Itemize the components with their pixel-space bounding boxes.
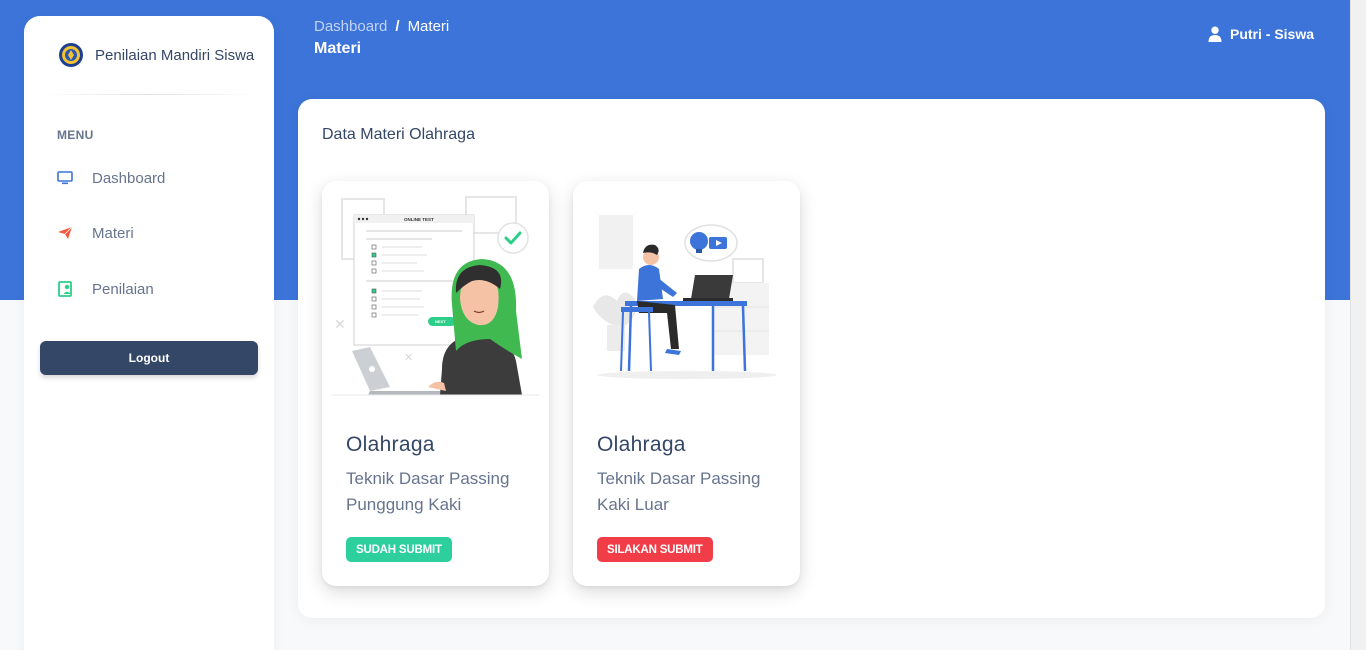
sidebar-item-penilaian[interactable]: Penilaian [56, 274, 154, 304]
card-description: Teknik Dasar Passing Kaki Luar [597, 469, 761, 514]
status-badge: SUDAH SUBMIT [346, 537, 452, 562]
menu-heading: MENU [57, 128, 94, 142]
illustration-button-label: NEXT [435, 319, 446, 324]
page-title: Materi [314, 40, 362, 57]
online-test-illustration: ONLINE TEST NEXT ✕ ✕ [332, 196, 539, 396]
paper-plane-icon [56, 224, 74, 242]
brand-name: Penilaian Mandiri Siswa [95, 46, 255, 64]
svg-text:✕: ✕ [334, 317, 346, 333]
materi-panel: Data Materi Olahraga ONLINE TEST NEXT ✕ … [298, 99, 1325, 618]
user-icon [1208, 26, 1222, 42]
svg-text:✕: ✕ [404, 351, 413, 364]
illustration-label: ONLINE TEST [404, 217, 434, 222]
section-title: Data Materi Olahraga [322, 126, 475, 143]
breadcrumb-current: Materi [407, 18, 450, 35]
sidebar-divider [40, 94, 258, 95]
user-name: Putri - Siswa [1230, 26, 1315, 42]
card-description: Teknik Dasar Passing Punggung Kaki [346, 469, 510, 514]
breadcrumb: Dashboard / Materi [314, 18, 449, 35]
user-card-icon [56, 280, 74, 298]
materi-card[interactable]: Olahraga Teknik Dasar Passing Kaki Luar … [573, 181, 800, 586]
sidebar-item-materi[interactable]: Materi [56, 218, 134, 248]
sidebar-item-label: Materi [92, 224, 134, 242]
monitor-icon [56, 169, 74, 187]
user-menu[interactable]: Putri - Siswa [1208, 26, 1314, 42]
sidebar-item-dashboard[interactable]: Dashboard [56, 163, 165, 193]
logout-button[interactable]: Logout [40, 341, 258, 375]
sidebar-item-label: Dashboard [92, 169, 166, 187]
status-badge: SILAKAN SUBMIT [597, 537, 713, 562]
sidebar: Penilaian Mandiri Siswa MENU Dashboard M… [24, 16, 274, 650]
breadcrumb-dashboard-link[interactable]: Dashboard [314, 18, 387, 35]
school-logo-icon [59, 43, 83, 67]
card-title: Olahraga [597, 433, 686, 456]
study-laptop-illustration [593, 215, 777, 379]
sidebar-item-label: Penilaian [92, 280, 154, 298]
breadcrumb-separator: / [395, 18, 400, 35]
materi-card[interactable]: ONLINE TEST NEXT ✕ ✕ Olahraga Teknik Das… [322, 181, 549, 586]
brand[interactable]: Penilaian Mandiri Siswa [58, 40, 254, 70]
card-title: Olahraga [346, 433, 435, 456]
page-scrollbar[interactable] [1350, 0, 1366, 650]
